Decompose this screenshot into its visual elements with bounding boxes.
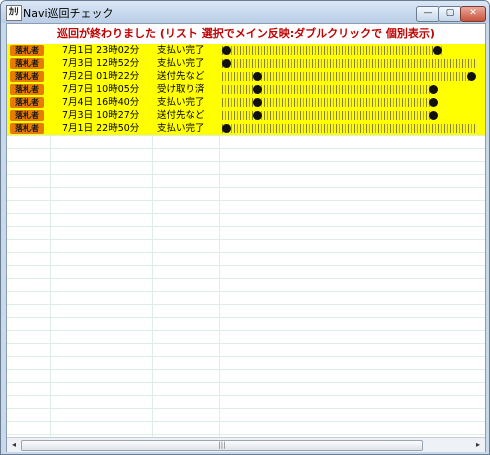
row-status: 支払い完了 xyxy=(157,97,205,108)
close-button[interactable]: ✕ xyxy=(460,6,486,22)
masked-marker xyxy=(429,85,438,94)
masked-marker xyxy=(429,111,438,120)
bidder-badge: 落札者 xyxy=(10,45,44,56)
list-row[interactable]: 落札者 7月1日 23時02分 支払い完了 xyxy=(7,44,485,57)
list-row[interactable]: 落札者 7月2日 01時22分 送付先など xyxy=(7,70,485,83)
row-status: 支払い完了 xyxy=(157,123,205,134)
list-row[interactable]: 落札者 7月1日 22時50分 支払い完了 xyxy=(7,122,485,135)
masked-marker xyxy=(253,72,262,81)
bidder-badge: 落札者 xyxy=(10,110,44,121)
row-datetime: 7月1日 23時02分 xyxy=(62,45,140,56)
row-status: 受け取り済 xyxy=(157,84,205,95)
horizontal-scrollbar[interactable]: ◂ ||| ▸ xyxy=(7,437,485,452)
list-row[interactable]: 落札者 7月7日 10時05分 受け取り済 xyxy=(7,83,485,96)
list-row[interactable]: 落札者 7月3日 12時52分 支払い完了 xyxy=(7,57,485,70)
maximize-button[interactable]: ▢ xyxy=(438,6,462,22)
row-status: 送付先など xyxy=(157,110,205,121)
row-datetime: 7月2日 01時22分 xyxy=(62,71,140,82)
bidder-badge: 落札者 xyxy=(10,123,44,134)
masked-marker xyxy=(222,59,231,68)
status-message: 巡回が終わりました (リスト 選択でメイン反映:ダブルクリックで 個別表示) xyxy=(57,27,435,40)
scroll-right-icon[interactable]: ▸ xyxy=(472,439,484,451)
masked-marker xyxy=(253,111,262,120)
bidder-badge: 落札者 xyxy=(10,84,44,95)
row-datetime: 7月1日 22時50分 xyxy=(62,123,140,134)
row-datetime: 7月3日 10時27分 xyxy=(62,110,140,121)
app-icon: ｶﾘ xyxy=(6,5,22,21)
minimize-button[interactable]: — xyxy=(416,6,440,22)
scroll-thumb[interactable]: ||| xyxy=(21,440,423,451)
bidder-badge: 落札者 xyxy=(10,58,44,69)
row-datetime: 7月3日 12時52分 xyxy=(62,58,140,69)
masked-marker xyxy=(222,124,231,133)
scroll-left-icon[interactable]: ◂ xyxy=(8,439,20,451)
title-bar[interactable]: ｶﾘ Navi巡回チェック — ▢ ✕ xyxy=(1,1,489,23)
list-row[interactable]: 落札者 7月3日 10時27分 送付先など xyxy=(7,109,485,122)
bidder-badge: 落札者 xyxy=(10,97,44,108)
client-area: 巡回が終わりました (リスト 選択でメイン反映:ダブルクリックで 個別表示) 落… xyxy=(6,23,486,452)
bidder-badge: 落札者 xyxy=(10,71,44,82)
row-status: 支払い完了 xyxy=(157,45,205,56)
masked-marker xyxy=(433,46,442,55)
row-status: 送付先など xyxy=(157,71,205,82)
masked-marker xyxy=(222,46,231,55)
window-title: Navi巡回チェック xyxy=(23,7,114,20)
masked-marker xyxy=(253,85,262,94)
masked-text xyxy=(222,59,477,68)
masked-marker xyxy=(429,98,438,107)
app-window: ｶﾘ Navi巡回チェック — ▢ ✕ 巡回が終わりました (リスト 選択でメイ… xyxy=(0,0,490,455)
masked-text xyxy=(222,46,442,55)
masked-marker xyxy=(253,98,262,107)
list-row[interactable]: 落札者 7月4日 16時40分 支払い完了 xyxy=(7,96,485,109)
row-datetime: 7月7日 10時05分 xyxy=(62,84,140,95)
masked-text xyxy=(222,124,477,133)
result-list[interactable]: 落札者 7月1日 23時02分 支払い完了 落札者 7月3日 12時52分 支払… xyxy=(7,44,485,437)
row-status: 支払い完了 xyxy=(157,58,205,69)
row-datetime: 7月4日 16時40分 xyxy=(62,97,140,108)
masked-marker xyxy=(467,72,476,81)
